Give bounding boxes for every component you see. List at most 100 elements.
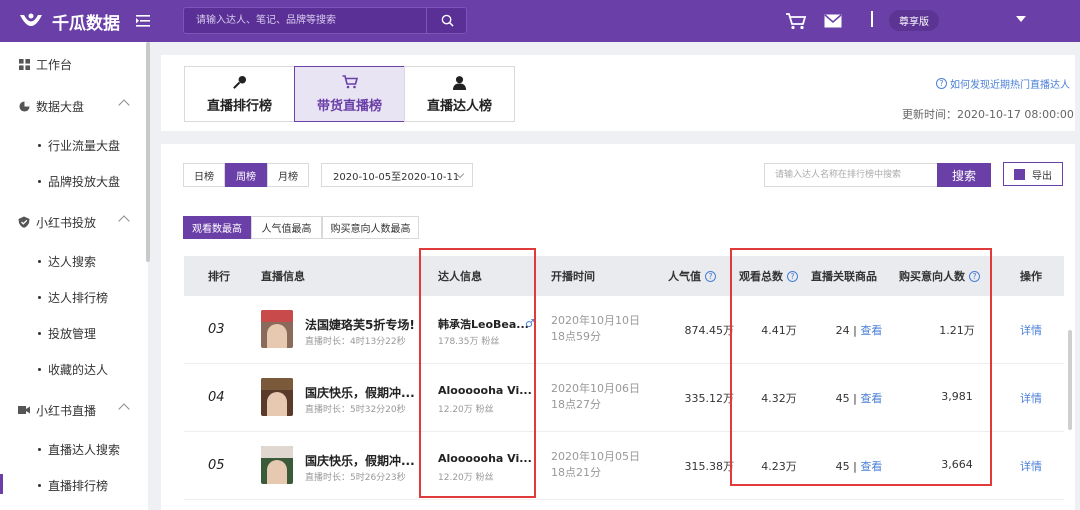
user-menu-caret-icon[interactable] bbox=[1016, 16, 1026, 22]
bullet-icon bbox=[38, 331, 41, 335]
sidebar-item-label: 直播排行榜 bbox=[48, 478, 109, 493]
popularity-value: 315.38万 bbox=[684, 460, 735, 473]
sidebar-item-kol-search[interactable]: 达人搜索 bbox=[0, 243, 148, 279]
sidebar-item-xhs-placement[interactable]: 小红书投放 bbox=[0, 204, 148, 240]
sidebar-item-live-ranking[interactable]: 直播排行榜 bbox=[0, 467, 148, 503]
sort-tab-views[interactable]: 观看数最高 bbox=[183, 216, 251, 239]
search-icon[interactable] bbox=[426, 8, 468, 33]
start-time: 2020年10月06日 18点27分 bbox=[551, 381, 640, 413]
tab-live-kol-ranking[interactable]: 直播达人榜 bbox=[404, 66, 515, 122]
bullet-icon bbox=[38, 483, 41, 487]
start-time: 2020年10月10日 18点59分 bbox=[551, 313, 640, 345]
mail-icon[interactable] bbox=[824, 14, 842, 28]
sidebar: 工作台 数据大盘 行业流量大盘 品牌投放大盘 小红书投放 达人搜索 达人排行榜 … bbox=[0, 42, 148, 510]
sidebar-item-placement-management[interactable]: 投放管理 bbox=[0, 315, 148, 351]
bullet-icon bbox=[38, 295, 41, 299]
table-scrollbar[interactable] bbox=[1068, 330, 1072, 430]
ranking-tab-panel: 直播排行榜 带货直播榜 直播达人榜 ? 如何发现近期热门直播达人 更新时间：20… bbox=[161, 55, 1075, 131]
sort-tab-buyers[interactable]: 购买意向人数最高 bbox=[322, 216, 419, 239]
sidebar-item-label: 工作台 bbox=[36, 57, 73, 72]
live-duration: 直播时长：5时26分23秒 bbox=[305, 473, 406, 483]
tab-sales-live-ranking[interactable]: 带货直播榜 bbox=[294, 66, 405, 122]
kol-info-highlight-box bbox=[419, 248, 536, 498]
shield-icon bbox=[18, 216, 30, 228]
column-header: 排行 bbox=[208, 270, 230, 283]
chevron-up-icon bbox=[118, 99, 130, 111]
sidebar-item-label: 收藏的达人 bbox=[48, 362, 109, 377]
popularity-value: 874.45万 bbox=[684, 324, 735, 337]
period-day-button[interactable]: 日榜 bbox=[183, 163, 225, 187]
sidebar-item-live-kol-search[interactable]: 直播达人搜索 bbox=[0, 431, 148, 467]
detail-link[interactable]: 详情 bbox=[1020, 322, 1042, 338]
sidebar-item-workbench[interactable]: 工作台 bbox=[0, 46, 148, 82]
sidebar-item-kol-ranking[interactable]: 达人排行榜 bbox=[0, 279, 148, 315]
metrics-highlight-box bbox=[730, 248, 992, 486]
global-search bbox=[183, 7, 467, 34]
cart-icon bbox=[342, 74, 358, 90]
export-label: 导出 bbox=[1032, 170, 1052, 182]
excel-icon bbox=[1014, 168, 1025, 180]
sidebar-item-favorite-kols[interactable]: 收藏的达人 bbox=[0, 351, 148, 387]
help-link[interactable]: ? 如何发现近期热门直播达人 bbox=[936, 76, 1070, 91]
start-date: 2020年10月05日 bbox=[551, 450, 640, 463]
update-time: 更新时间：2020-10-17 08:00:00 bbox=[902, 108, 1074, 121]
cart-icon[interactable] bbox=[785, 12, 807, 30]
sidebar-item-label: 小红书直播 bbox=[36, 403, 97, 418]
tab-live-ranking[interactable]: 直播排行榜 bbox=[184, 66, 295, 122]
sidebar-item-label: 品牌投放大盘 bbox=[48, 174, 121, 189]
bullet-icon bbox=[38, 367, 41, 371]
period-month-button[interactable]: 月榜 bbox=[267, 163, 309, 187]
date-range-select[interactable]: 2020-10-05至2020-10-11 bbox=[321, 163, 473, 187]
period-week-button[interactable]: 周榜 bbox=[225, 163, 267, 187]
column-header-label: 人气值 bbox=[668, 270, 701, 283]
tab-label: 直播排行榜 bbox=[206, 99, 272, 114]
popularity-value: 335.12万 bbox=[684, 392, 735, 405]
bullet-icon bbox=[38, 447, 41, 451]
chevron-up-icon bbox=[118, 215, 130, 227]
live-thumbnail[interactable] bbox=[261, 446, 293, 484]
sidebar-scrollbar[interactable] bbox=[146, 42, 150, 262]
live-duration: 直播时长：4时13分22秒 bbox=[305, 337, 406, 347]
question-icon: ? bbox=[936, 78, 947, 89]
ranking-search-button[interactable]: 搜索 bbox=[937, 163, 991, 187]
plan-badge[interactable]: 尊享版 bbox=[889, 10, 939, 31]
ranking-search-input[interactable] bbox=[764, 163, 938, 187]
header-divider bbox=[871, 11, 873, 27]
sidebar-item-data-dashboard[interactable]: 数据大盘 bbox=[0, 88, 148, 124]
start-date: 2020年10月06日 bbox=[551, 382, 640, 395]
rank-number: 05 bbox=[208, 458, 225, 473]
detail-link[interactable]: 详情 bbox=[1020, 458, 1042, 474]
sidebar-item-industry-traffic[interactable]: 行业流量大盘 bbox=[0, 127, 148, 163]
live-title[interactable]: 国庆快乐，假期冲... bbox=[305, 384, 415, 401]
live-title[interactable]: 国庆快乐，假期冲... bbox=[305, 452, 415, 469]
top-bar: 千瓜数据 尊享版 bbox=[0, 0, 1080, 42]
microphone-icon bbox=[232, 74, 248, 90]
sidebar-item-xhs-live[interactable]: 小红书直播 bbox=[0, 392, 148, 428]
rank-number: 03 bbox=[208, 322, 225, 337]
bullet-icon bbox=[38, 179, 41, 183]
bullet-icon bbox=[38, 143, 41, 147]
export-button[interactable]: 导出 bbox=[1003, 162, 1063, 186]
sidebar-item-label: 小红书投放 bbox=[36, 215, 97, 230]
start-date: 2020年10月10日 bbox=[551, 314, 640, 327]
start-time: 2020年10月05日 18点21分 bbox=[551, 449, 640, 481]
live-title[interactable]: 法国婕珞芙5折专场! bbox=[305, 316, 415, 333]
column-header: 操作 bbox=[1020, 270, 1042, 283]
sidebar-item-label: 行业流量大盘 bbox=[48, 138, 121, 153]
brand-name: 千瓜数据 bbox=[52, 14, 120, 34]
global-search-input[interactable] bbox=[184, 8, 426, 33]
detail-link[interactable]: 详情 bbox=[1020, 390, 1042, 406]
sidebar-item-label: 数据大盘 bbox=[36, 99, 85, 114]
column-header: 人气值 ? bbox=[668, 256, 716, 296]
live-thumbnail[interactable] bbox=[261, 310, 293, 348]
sidebar-item-brand-placement[interactable]: 品牌投放大盘 bbox=[0, 163, 148, 199]
menu-toggle-icon[interactable] bbox=[134, 12, 152, 30]
question-icon[interactable]: ? bbox=[705, 270, 716, 282]
sort-tab-popularity[interactable]: 人气值最高 bbox=[251, 216, 322, 239]
sidebar-item-label: 投放管理 bbox=[48, 326, 97, 341]
brand-logo[interactable]: 千瓜数据 bbox=[18, 9, 120, 34]
tab-label: 带货直播榜 bbox=[316, 99, 382, 114]
live-thumbnail[interactable] bbox=[261, 378, 293, 416]
grid-icon bbox=[18, 58, 30, 70]
start-clock: 18点21分 bbox=[551, 466, 601, 479]
